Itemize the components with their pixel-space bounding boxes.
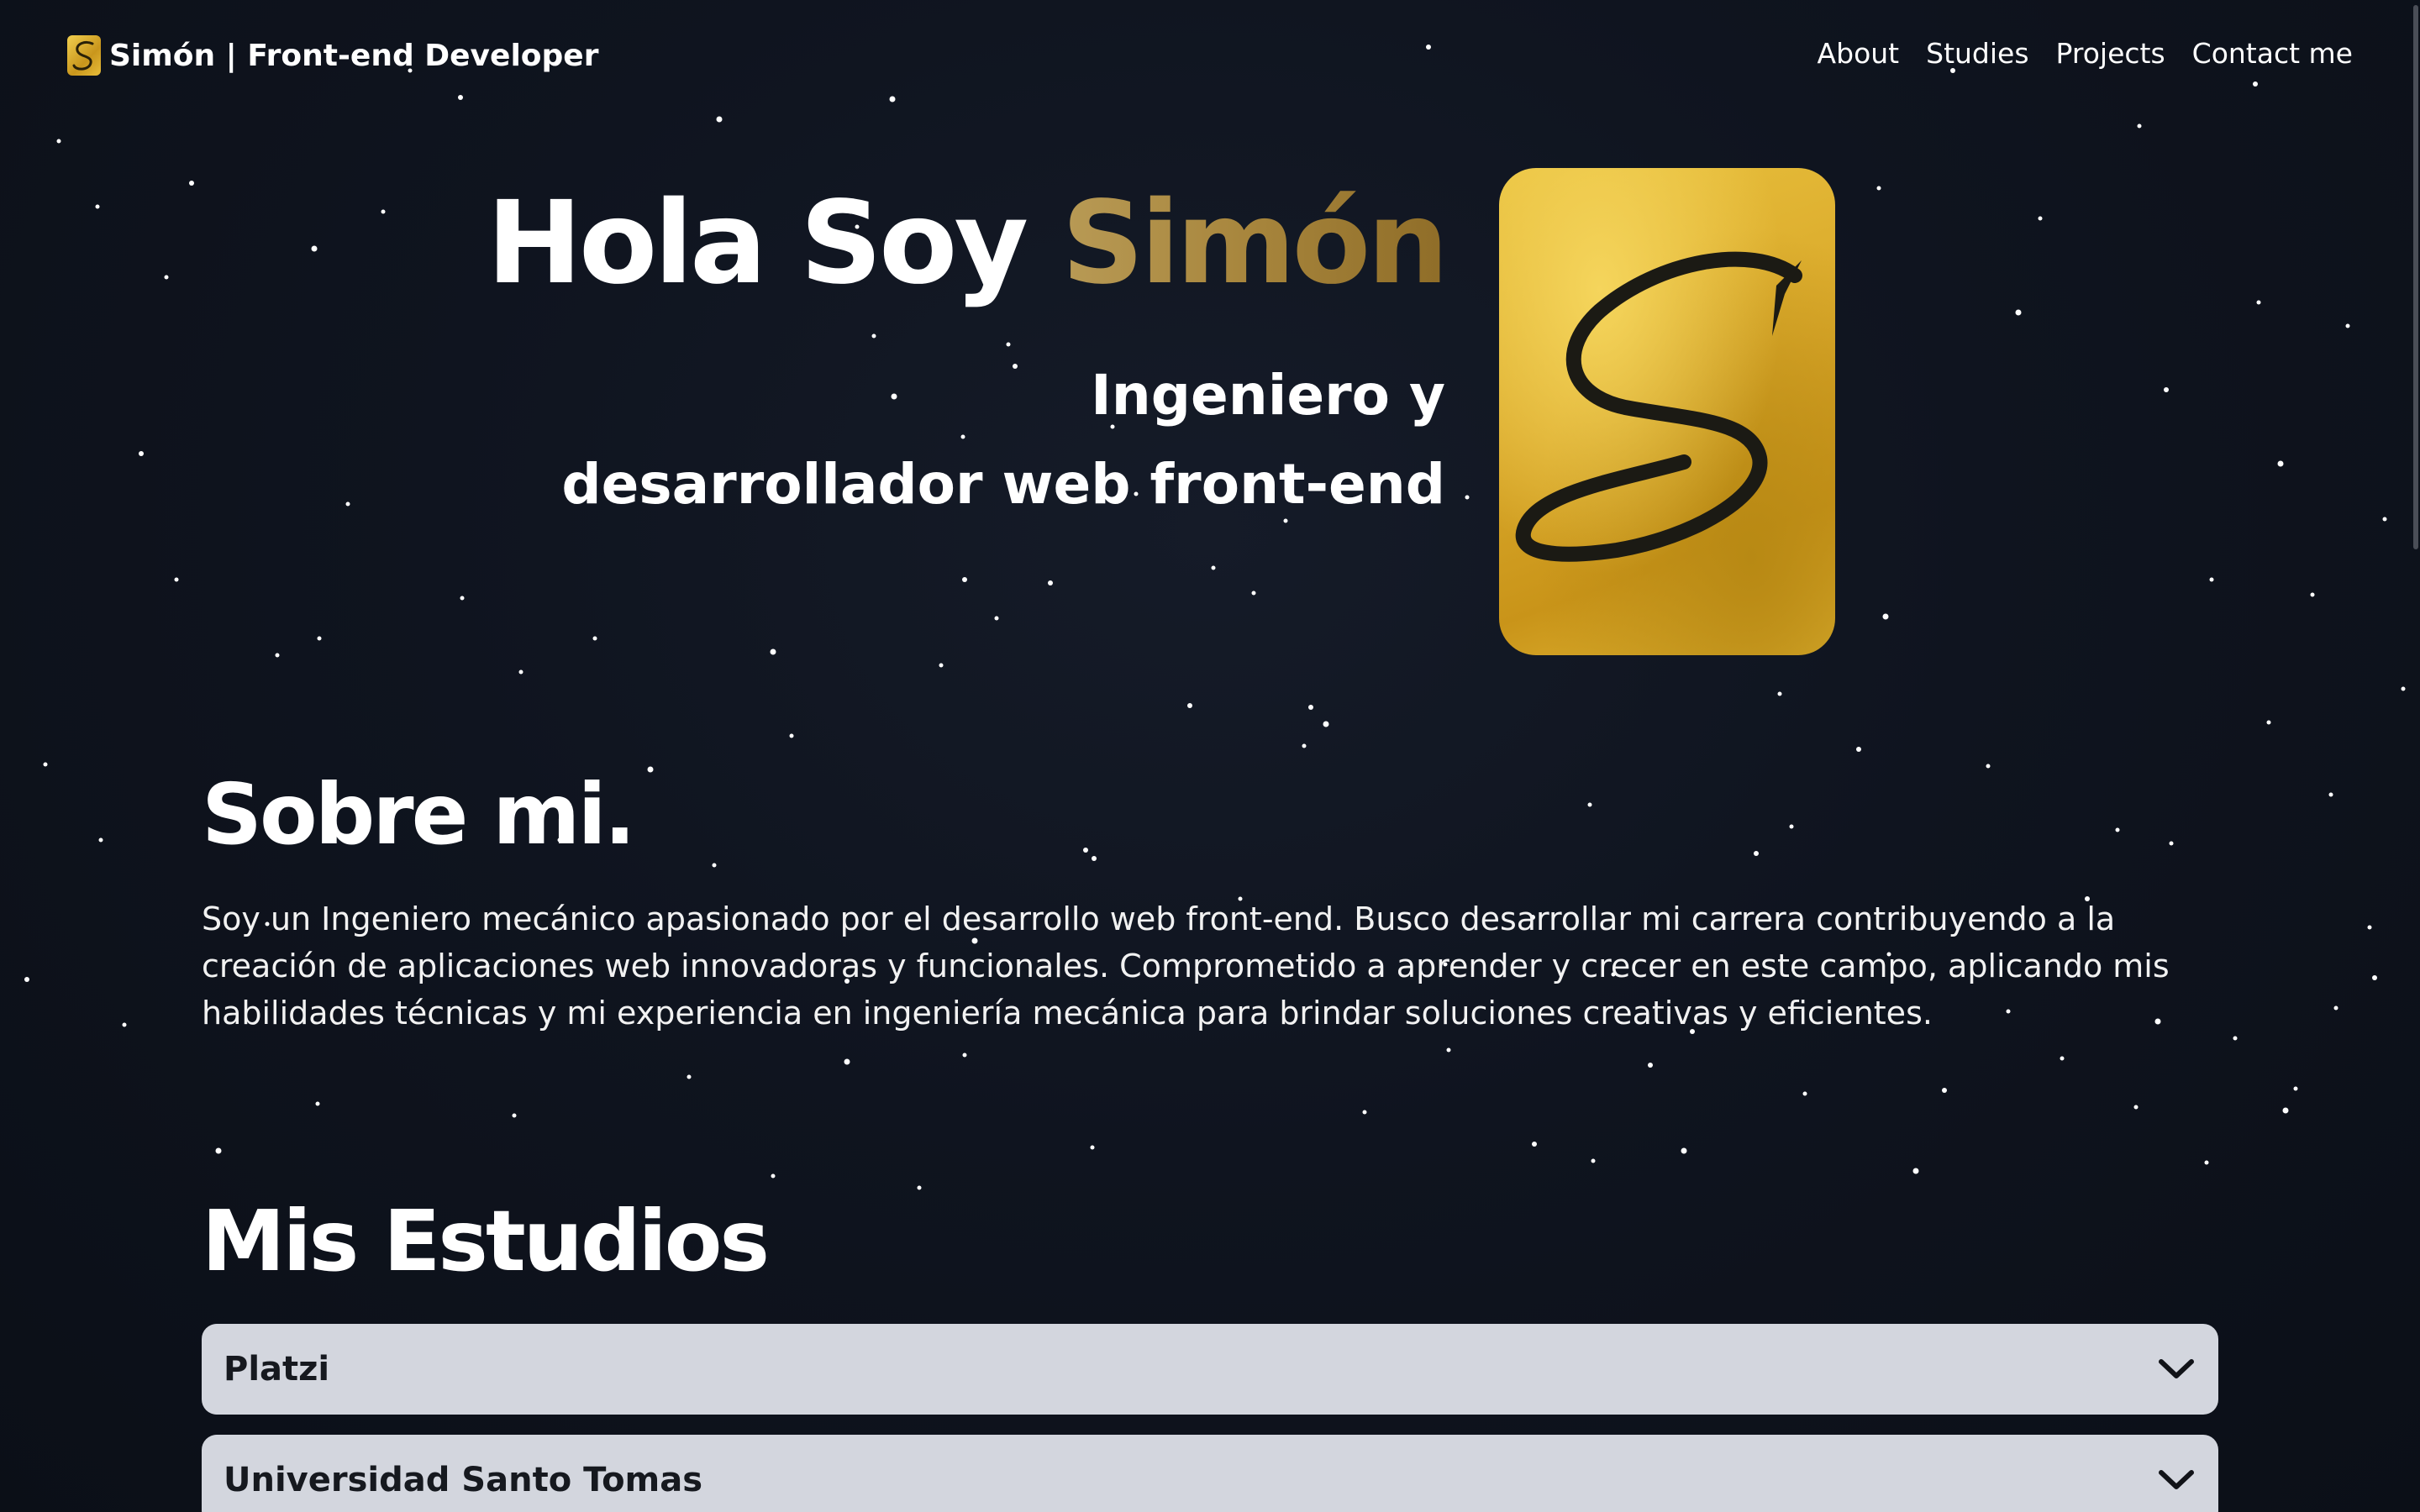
hero-name: Simón (1061, 177, 1449, 310)
nav-links: About Studies Projects Contact me (1818, 37, 2353, 70)
scrollbar-thumb[interactable] (2413, 5, 2418, 549)
hero-subtitle-line1: Ingeniero y (1091, 363, 1445, 428)
navbar: Simón | Front-end Developer About Studie… (0, 0, 2420, 113)
nav-link-projects[interactable]: Projects (2056, 37, 2165, 70)
study-accordion-platzi[interactable]: Platzi (202, 1324, 2218, 1415)
nav-link-contact[interactable]: Contact me (2192, 37, 2353, 70)
chevron-down-icon[interactable] (2156, 1349, 2196, 1389)
study-accordion-santo-tomas[interactable]: Universidad Santo Tomas (202, 1435, 2218, 1512)
hero-greeting: Hola Soy (487, 177, 1028, 310)
scrollbar[interactable] (2412, 0, 2420, 1512)
hero-title: Hola Soy Simón (487, 186, 1449, 301)
s-logo-icon (67, 35, 101, 76)
hero-subtitle-line2: desarrollador web front-end (561, 452, 1445, 517)
studies-title: Mis Estudios (202, 1192, 770, 1290)
about-text: Soy un Ingeniero mecánico apasionado por… (202, 900, 2170, 1032)
nav-link-about[interactable]: About (1818, 37, 1900, 70)
study-accordion-label: Platzi (224, 1350, 330, 1389)
brand-link[interactable]: Simón | Front-end Developer (67, 35, 598, 76)
hero-subtitle: Ingeniero y desarrollador web front-end (561, 351, 1445, 529)
study-accordion-label: Universidad Santo Tomas (224, 1461, 703, 1499)
hero-logo-image (1499, 168, 1835, 655)
nav-link-studies[interactable]: Studies (1926, 37, 2028, 70)
about-title: Sobre mi. (202, 765, 636, 864)
chevron-down-icon[interactable] (2156, 1460, 2196, 1500)
page: Simón | Front-end Developer About Studie… (0, 0, 2420, 1512)
brand-title: Simón | Front-end Developer (109, 38, 599, 73)
